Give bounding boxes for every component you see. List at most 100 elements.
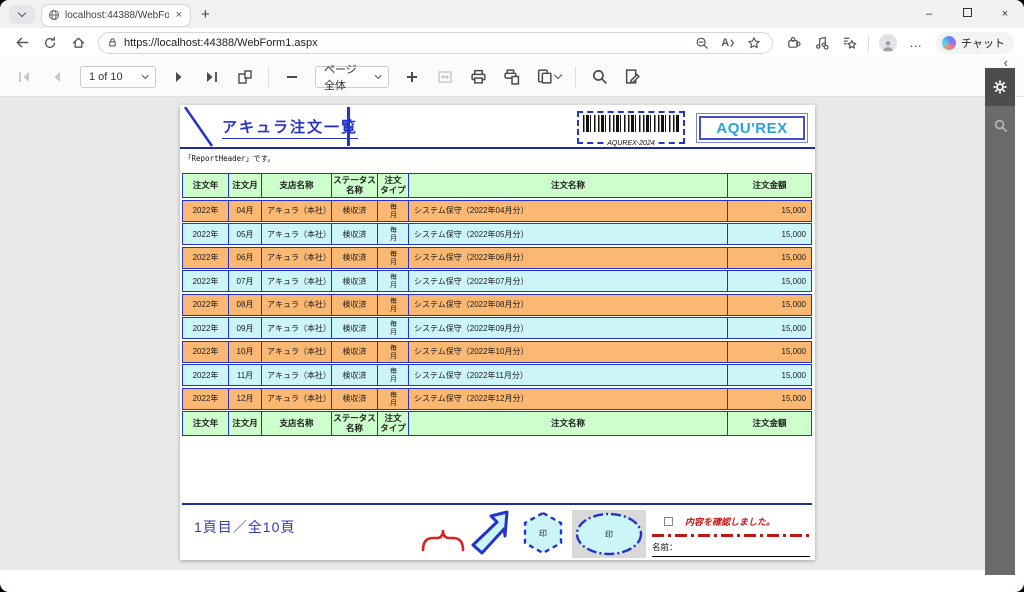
zoom-out-icon	[284, 69, 300, 85]
fit-page-button[interactable]	[435, 67, 455, 87]
column-header-order-type: 注文 タイプ	[377, 174, 408, 197]
footer-column-status: ステータス 名称	[331, 412, 377, 435]
zoom-out-button[interactable]	[282, 67, 302, 87]
favorites-button[interactable]	[744, 36, 764, 50]
column-header-order-year: 注文年	[183, 174, 228, 197]
table-row: 2022年 06月 アキュラ（本社） 検収済 毎月 システム保守（2022年06…	[182, 247, 812, 269]
next-page-button[interactable]	[169, 67, 189, 87]
back-button[interactable]	[10, 31, 34, 55]
confirm-checkbox[interactable]	[664, 517, 673, 526]
tab-close-button[interactable]: ×	[174, 9, 184, 21]
order-amount-cell: 15,000	[727, 342, 811, 362]
next-page-icon	[171, 69, 187, 85]
dash-dot-line	[652, 534, 810, 537]
toolbar-divider	[268, 67, 269, 87]
viewer-canvas[interactable]: アキュラ注文一覧 AQUREX-2024 AQU'REX 「ReportHead…	[0, 97, 985, 570]
sidebar-search-button[interactable]	[985, 106, 1015, 144]
order-type-vertical-text: 毎月	[390, 367, 397, 383]
page-count-label: 1頁目／全10頁	[194, 517, 295, 537]
branch-name-cell: アキュラ（本社）	[261, 248, 331, 268]
print-layout-icon	[503, 68, 520, 85]
status-cell: 検収済	[331, 365, 377, 385]
confirm-text: 内容を確認しました。	[685, 515, 775, 528]
zoom-mode-select[interactable]: ページ全体	[315, 66, 389, 88]
maximize-button[interactable]	[948, 8, 986, 20]
zoom-out-icon	[695, 36, 709, 50]
search-button[interactable]	[589, 67, 609, 87]
order-amount-cell: 15,000	[727, 295, 811, 315]
read-aloud-button[interactable]: A❯	[718, 37, 738, 49]
status-cell: 検収済	[331, 248, 377, 268]
address-input[interactable]: https://localhost:44388/WebForm1.aspx A❯	[98, 32, 773, 54]
tab-search-button[interactable]	[9, 5, 35, 24]
report-viewer-toolbar: 1 of 10 ページ全体	[0, 57, 1024, 97]
globe-icon	[48, 9, 60, 21]
zoom-in-button[interactable]	[402, 67, 422, 87]
collections-button[interactable]	[837, 31, 861, 55]
order-type-vertical-text: 毎月	[390, 226, 397, 242]
new-tab-button[interactable]: +	[201, 6, 210, 23]
order-month-cell: 06月	[228, 248, 261, 268]
status-cell: 検収済	[331, 295, 377, 315]
export-icon	[536, 68, 553, 85]
print-button[interactable]	[468, 67, 488, 87]
window-controls: – ×	[910, 0, 1024, 28]
sidebar-settings-button[interactable]	[985, 68, 1015, 106]
order-month-cell: 09月	[228, 318, 261, 338]
last-page-button[interactable]	[202, 67, 222, 87]
order-amount-cell: 15,000	[727, 224, 811, 244]
footer-column-order-type: 注文 タイプ	[377, 412, 408, 435]
column-header-status: ステータス 名称	[331, 174, 377, 197]
previous-page-button[interactable]	[47, 67, 67, 87]
print-layout-button[interactable]	[501, 67, 521, 87]
order-month-cell: 05月	[228, 224, 261, 244]
order-month-cell: 11月	[228, 365, 261, 385]
lock-icon	[107, 37, 118, 48]
table-body: 2022年 04月 アキュラ（本社） 検収済 毎月 システム保守（2022年04…	[182, 200, 812, 410]
favorite-star-icon	[747, 36, 761, 50]
first-page-button[interactable]	[14, 67, 34, 87]
order-amount-cell: 15,000	[727, 271, 811, 291]
branch-name-cell: アキュラ（本社）	[261, 295, 331, 315]
profile-button[interactable]	[876, 31, 900, 55]
refresh-button[interactable]	[38, 31, 62, 55]
order-type-cell: 毎月	[377, 271, 408, 291]
order-amount-cell: 15,000	[727, 201, 811, 221]
order-name-cell: システム保守（2022年04月分）	[408, 201, 727, 221]
media-controls-button[interactable]	[809, 31, 833, 55]
order-amount-cell: 15,000	[727, 248, 811, 268]
order-year-cell: 2022年	[183, 389, 228, 409]
footer-column-order-year: 注文年	[183, 412, 228, 435]
settings-more-button[interactable]: …	[904, 31, 928, 55]
minimize-button[interactable]: –	[910, 8, 948, 20]
export-button[interactable]	[534, 67, 562, 87]
table-row: 2022年 11月 アキュラ（本社） 検収済 毎月 システム保守（2022年11…	[182, 364, 812, 386]
order-year-cell: 2022年	[183, 295, 228, 315]
order-name-cell: システム保守（2022年07月分）	[408, 271, 727, 291]
report-header: アキュラ注文一覧 AQUREX-2024 AQU'REX	[180, 105, 815, 149]
page-view-mode-button[interactable]	[235, 67, 255, 87]
page-number-select[interactable]: 1 of 10	[80, 66, 156, 88]
copilot-button[interactable]: チャット	[936, 32, 1014, 54]
extensions-button[interactable]	[781, 31, 805, 55]
order-type-cell: 毎月	[377, 342, 408, 362]
branch-name-cell: アキュラ（本社）	[261, 389, 331, 409]
zoom-page-button[interactable]	[692, 36, 712, 50]
chevron-down-icon	[142, 72, 148, 78]
search-icon	[993, 118, 1008, 133]
order-type-vertical-text: 毎月	[390, 297, 397, 313]
close-button[interactable]: ×	[986, 8, 1024, 20]
zoom-mode-value: ページ全体	[324, 61, 368, 93]
barcode-bars	[583, 115, 679, 132]
order-type-vertical-text: 毎月	[390, 320, 397, 336]
browser-tab[interactable]: localhost:44388/WebForm1.aspx ×	[41, 4, 191, 27]
footer-divider-line	[182, 503, 812, 505]
chevron-down-icon	[18, 8, 26, 16]
order-amount-cell: 15,000	[727, 318, 811, 338]
branch-name-cell: アキュラ（本社）	[261, 201, 331, 221]
table-footer-header-row: 注文年 注文月 支店名称 ステータス 名称 注文 タイプ 注文名称 注文金額	[182, 411, 812, 436]
home-button[interactable]	[66, 31, 90, 55]
order-table: 注文年 注文月 支店名称 ステータス 名称 注文 タイプ 注文名称 注文金額 2…	[182, 173, 812, 436]
order-year-cell: 2022年	[183, 342, 228, 362]
annotation-edit-button[interactable]	[622, 67, 642, 87]
